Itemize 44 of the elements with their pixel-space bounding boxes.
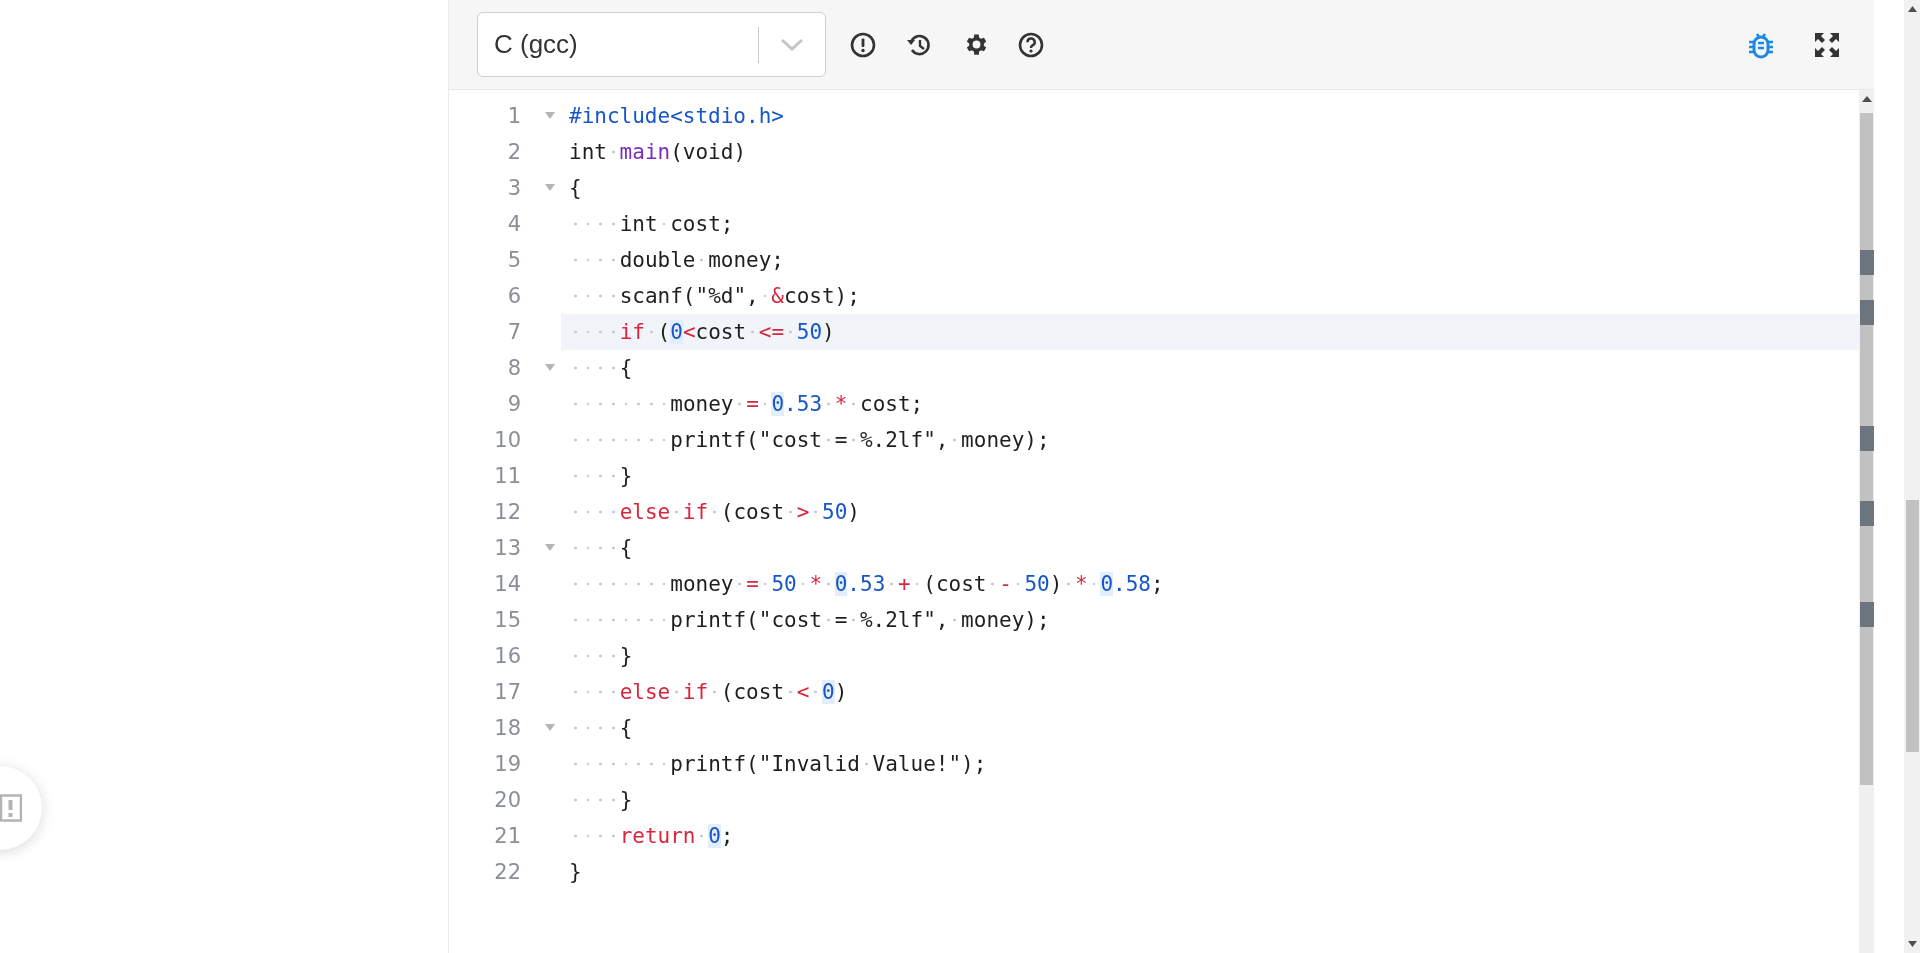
line-number: 3: [506, 176, 521, 200]
help-icon: [1018, 31, 1044, 58]
scrollbar-marker: [1860, 300, 1874, 325]
scrollbar-marker: [1860, 250, 1874, 275]
editor-scrollbar[interactable]: [1859, 90, 1874, 953]
line-number: 14: [493, 572, 521, 596]
line-number: 12: [493, 500, 521, 524]
line-number: 21: [493, 824, 521, 848]
line-number: 1: [506, 104, 521, 128]
line-number: 17: [493, 680, 521, 704]
expand-icon: [1814, 31, 1840, 58]
line-number: 11: [493, 464, 521, 488]
line-number: 16: [493, 644, 521, 668]
line-number: 5: [506, 248, 521, 272]
chevron-icon: [779, 36, 805, 53]
fold-arrow-icon[interactable]: [544, 183, 556, 193]
line-number: 13: [493, 536, 521, 560]
exclamation-circle-icon: [850, 31, 876, 58]
scrollbar-marker: [1860, 501, 1874, 526]
line-number: 18: [493, 716, 521, 740]
scrollbar-marker: [1860, 602, 1874, 627]
line-number: 20: [493, 788, 521, 812]
scroll-down-arrow-icon[interactable]: [1908, 941, 1917, 947]
scrollbar-thumb[interactable]: [1906, 500, 1919, 752]
line-number: 2: [506, 140, 521, 164]
line-number: 10: [493, 428, 521, 452]
page-scrollbar[interactable]: [1904, 0, 1920, 953]
line-number: 22: [493, 860, 521, 884]
fold-arrow-icon[interactable]: [544, 111, 556, 121]
feedback-icon: [0, 794, 22, 822]
scroll-up-arrow-icon[interactable]: [1908, 6, 1917, 12]
line-number: 9: [506, 392, 521, 416]
line-number: 15: [493, 608, 521, 632]
line-number: 6: [506, 284, 521, 308]
fold-arrow-icon[interactable]: [544, 723, 556, 733]
scrollbar-marker: [1860, 426, 1874, 451]
line-number: 19: [493, 752, 521, 776]
line-number: 7: [506, 320, 521, 344]
line-number: 4: [506, 212, 521, 236]
line-number: 8: [506, 356, 521, 380]
fold-arrow-icon[interactable]: [544, 543, 556, 553]
scroll-up-arrow-icon[interactable]: [1861, 96, 1872, 102]
language-select[interactable]: C (gcc): [477, 12, 826, 77]
fold-arrow-icon[interactable]: [544, 363, 556, 373]
